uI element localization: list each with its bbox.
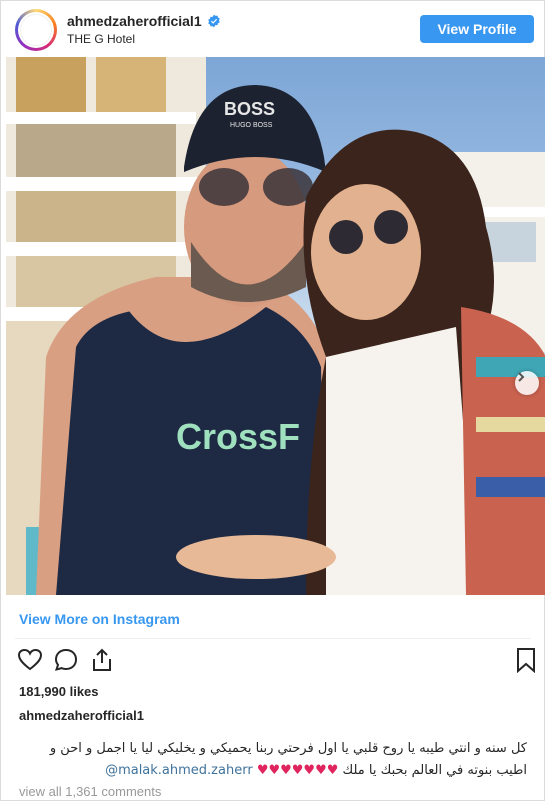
post-photo[interactable]: BOSS HUGO BOSS CrossF: [6, 57, 545, 595]
heart-icon[interactable]: [17, 647, 43, 673]
photo-scene: BOSS HUGO BOSS CrossF: [6, 57, 545, 595]
heart-emojis: ♥♥♥♥♥♥♥: [256, 763, 339, 778]
avatar[interactable]: [20, 14, 52, 46]
verified-badge-icon: [207, 14, 220, 28]
bookmark-icon[interactable]: [513, 647, 539, 673]
username-row: ahmedzaherofficial1: [67, 13, 221, 29]
post-header: ahmedzaherofficial1 THE G Hotel View Pro…: [1, 1, 545, 57]
share-icon[interactable]: [89, 647, 115, 673]
username[interactable]: ahmedzaherofficial1: [67, 13, 202, 29]
action-bar: [17, 647, 537, 675]
cap-logo-text: BOSS: [224, 99, 275, 119]
caption-line-2-text: اطيب بنوته في العالم بحبك يا ملك: [342, 763, 527, 778]
instagram-embed-card: ahmedzaherofficial1 THE G Hotel View Pro…: [0, 0, 545, 801]
post-caption: كل سنه و انتي طيبه يا روح قلبي يا اول فر…: [15, 738, 527, 782]
like-count[interactable]: 181,990 likes: [19, 684, 99, 699]
cap-logo-subtext: HUGO BOSS: [230, 122, 273, 129]
caption-mention[interactable]: @malak.ahmed.zaherr: [105, 763, 253, 778]
shirt-print-text: CrossF: [176, 416, 300, 457]
chevron-right-icon: [518, 372, 525, 382]
caption-username[interactable]: ahmedzaherofficial1: [19, 708, 144, 723]
next-photo-button[interactable]: [515, 371, 539, 395]
post-location[interactable]: THE G Hotel: [67, 32, 135, 46]
caption-line-2: اطيب بنوته في العالم بحبك يا ملك ♥♥♥♥♥♥♥…: [15, 760, 527, 782]
caption-line-1: كل سنه و انتي طيبه يا روح قلبي يا اول فر…: [49, 741, 527, 756]
divider: [15, 638, 531, 639]
comment-icon[interactable]: [53, 647, 79, 673]
view-all-comments-link[interactable]: view all 1,361 comments: [19, 784, 161, 799]
view-more-link[interactable]: View More on Instagram: [19, 611, 180, 627]
view-profile-button[interactable]: View Profile: [420, 15, 534, 43]
